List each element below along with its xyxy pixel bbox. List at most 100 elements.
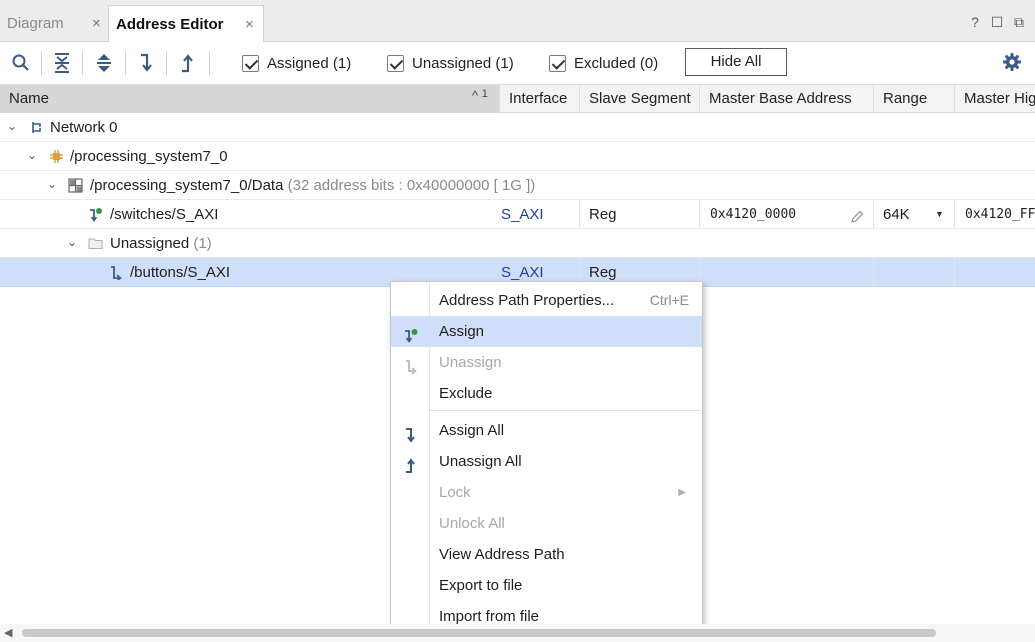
sort-index: 1 [481,88,488,100]
column-header-label: Name [9,90,50,107]
network-icon [29,120,44,135]
gear-icon[interactable] [1002,52,1022,72]
column-header-slave-segment[interactable]: Slave Segment [580,85,700,113]
chevron-down-icon[interactable]: ⌄ [45,171,59,200]
column-header-range[interactable]: Range [874,85,955,113]
address-space-icon [68,178,83,193]
collapse-all-icon[interactable] [51,52,73,74]
table-header: Name ^ 1 Interface Slave Segment Master … [0,85,1035,113]
base-address-cell[interactable]: 0x4120_0000 [700,200,874,229]
menu-item-label: Unassign [439,354,502,371]
scroll-left-icon[interactable]: ◀ [4,626,12,639]
toolbar-divider [41,51,42,75]
menu-item-assign[interactable]: Assign [391,316,702,347]
menu-item-lock[interactable]: Lock ▶ [391,477,702,508]
unassign-icon [403,355,419,375]
row-name-text: Unassigned [110,235,190,252]
context-menu: Address Path Properties... Ctrl+E Assign… [390,281,703,642]
assign-icon [403,324,419,343]
submenu-arrow-icon: ▶ [678,487,686,498]
pencil-edit-icon[interactable] [850,206,864,229]
hide-all-button[interactable]: Hide All [685,48,787,76]
menu-item-unassign-all[interactable]: Unassign All [391,446,702,477]
range-cell[interactable] [874,258,955,287]
menu-item-export-to-file[interactable]: Export to file [391,570,702,601]
close-icon[interactable]: × [92,5,101,42]
table-row-switches[interactable]: /switches/S_AXI S_AXI Reg 0x4120_0000 64… [0,200,1035,229]
menu-item-view-address-path[interactable]: View Address Path [391,539,702,570]
row-name-text: /processing_system7_0/Data [90,177,284,194]
sort-ascending-icon: ^ [472,88,479,103]
menu-item-unlock-all[interactable]: Unlock All [391,508,702,539]
window-controls: ? ☐ ⧉ [967,14,1027,34]
tab-address-editor[interactable]: Address Editor × [108,5,264,43]
menu-item-exclude[interactable]: Exclude [391,378,702,409]
sort-indicator: ^ 1 [472,85,488,111]
tab-address-editor-label: Address Editor [116,16,224,33]
toolbar: Assigned (1) Unassigned (1) Excluded (0)… [0,42,1035,85]
filter-assigned-checkbox[interactable]: Assigned (1) [242,53,351,73]
filter-excluded-checkbox[interactable]: Excluded (0) [549,53,658,73]
slave-segment-cell: Reg [580,200,700,229]
horizontal-scrollbar[interactable]: ◀ [0,624,1035,642]
tree-row-processor[interactable]: ⌄ /processing_system7_0 [0,142,1035,171]
row-name: /switches/S_AXI [110,206,219,223]
column-header-name[interactable]: Name ^ 1 [0,85,500,113]
maximize-icon[interactable]: ☐ [989,14,1005,32]
menu-item-label: Assign [439,323,485,340]
range-dropdown[interactable]: 64K ▼ [874,200,955,229]
row-name: /processing_system7_0 [70,148,228,165]
menu-item-label: Export to file [439,577,523,594]
menu-item-label: Lock [439,484,471,501]
assign-all-icon[interactable] [136,52,158,74]
unassign-all-icon[interactable] [177,52,199,74]
menu-item-unassign[interactable]: Unassign [391,347,702,378]
menu-item-label: Address Path Properties... [439,292,615,309]
assign-all-icon [403,423,419,443]
high-address-cell: 0x4120_FFFF [965,207,1035,222]
filter-unassigned-label: Unassigned (1) [412,54,514,72]
menu-item-address-path-properties[interactable]: Address Path Properties... Ctrl+E [391,285,702,316]
menu-item-label: Unlock All [439,515,505,532]
row-name: Unassigned (1) [110,229,212,258]
row-name: /processing_system7_0/Data (32 address b… [90,171,535,200]
column-header-master-base-address[interactable]: Master Base Address [700,85,874,113]
assigned-segment-icon [88,207,103,222]
tree-row-network[interactable]: ⌄ Network 0 [0,113,1035,142]
chevron-down-icon[interactable]: ⌄ [65,229,79,258]
toolbar-divider [209,51,210,75]
filter-assigned-label: Assigned (1) [267,54,352,72]
close-icon[interactable]: × [245,6,254,43]
column-header-master-high-address[interactable]: Master High Address [955,85,1035,113]
processor-icon [49,149,64,164]
checkbox-checked-icon[interactable] [387,54,404,72]
expand-all-icon[interactable] [93,52,115,74]
search-icon[interactable] [10,52,32,74]
column-header-interface[interactable]: Interface [500,85,580,113]
scrollbar-thumb[interactable] [22,629,936,637]
chevron-down-icon[interactable]: ⌄ [25,142,39,171]
menu-item-label: Exclude [439,385,493,402]
menu-item-assign-all[interactable]: Assign All [391,415,702,446]
menu-item-label: Unassign All [439,453,522,470]
row-count: (1) [193,235,212,252]
chevron-down-icon[interactable]: ⌄ [5,113,19,142]
checkbox-checked-icon[interactable] [242,54,259,72]
tree-row-unassigned[interactable]: ⌄ Unassigned (1) [0,229,1035,258]
base-address-value: 0x4120_0000 [710,207,797,222]
help-icon[interactable]: ? [967,14,983,32]
float-window-icon[interactable]: ⧉ [1011,14,1027,32]
row-name: Network 0 [50,119,118,136]
tab-diagram[interactable]: Diagram × [0,5,108,42]
menu-separator [429,410,702,411]
base-address-cell[interactable] [700,258,874,287]
editor-tab-bar: Diagram × Address Editor × ? ☐ ⧉ [0,0,1035,43]
filter-excluded-label: Excluded (0) [574,54,659,72]
interface-link[interactable]: S_AXI [500,200,580,229]
tab-diagram-label: Diagram [7,15,64,32]
filter-unassigned-checkbox[interactable]: Unassigned (1) [387,53,514,73]
checkbox-checked-icon[interactable] [549,54,566,72]
range-value: 64K [883,206,910,223]
menu-item-shortcut: Ctrl+E [649,292,689,308]
tree-row-address-space[interactable]: ⌄ /processing_system7_0/Data (32 address… [0,171,1035,200]
